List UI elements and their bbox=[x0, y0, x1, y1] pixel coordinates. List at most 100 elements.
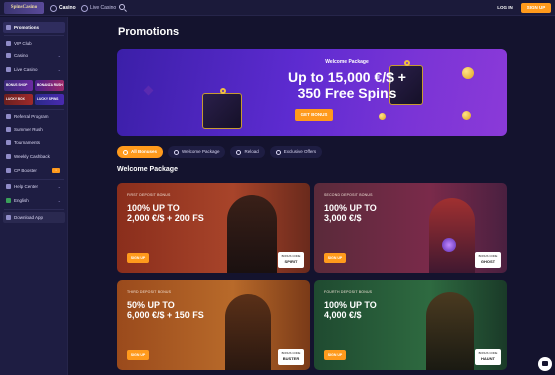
bonus-card-third-deposit[interactable]: THIRD DEPOSIT BONUS 50% UP TO 6,000 €/$ … bbox=[117, 280, 310, 370]
filter-reload[interactable]: Reload bbox=[230, 146, 265, 158]
promo-tile-lucky-spins[interactable]: LUCKY SPINS bbox=[35, 94, 64, 105]
sidebar-item-download-app[interactable]: Download App bbox=[3, 212, 65, 223]
promo-tile-lucky-box[interactable]: LUCKY BOX bbox=[4, 94, 33, 105]
card-headline: 50% UP TO 6,000 €/$ + 150 FS bbox=[127, 300, 237, 320]
nav-live-casino[interactable]: Live Casino bbox=[81, 3, 116, 13]
cashback-icon bbox=[6, 154, 11, 159]
sun-icon bbox=[6, 127, 11, 132]
bonus-code-badge[interactable]: BONUS CODE HAUNT bbox=[475, 349, 501, 365]
booster-icon bbox=[6, 168, 11, 173]
promo-tile-bonus-shop[interactable]: BONUS SHOP bbox=[4, 80, 33, 91]
chevron-down-icon: ⌄ bbox=[57, 53, 61, 58]
bonus-code-value: HAUNT bbox=[481, 356, 495, 361]
page-title: Promotions bbox=[118, 26, 180, 38]
filter-all-bonuses[interactable]: All Bonuses bbox=[117, 146, 164, 158]
divider bbox=[4, 35, 64, 36]
sidebar-item-cp-booster[interactable]: CP Booster ▪ bbox=[3, 165, 65, 176]
card-headline-line1: 100% UP TO bbox=[127, 203, 180, 213]
get-bonus-button[interactable]: GET BONUS bbox=[295, 109, 333, 121]
filter-welcome-package[interactable]: Welcome Package bbox=[168, 146, 226, 158]
new-badge: ▪ bbox=[52, 168, 60, 173]
card-headline-line2: 3,000 €/$ bbox=[324, 213, 362, 223]
casino-icon bbox=[50, 4, 57, 12]
bonus-code-title: BONUS CODE bbox=[478, 254, 498, 258]
sidebar-item-promotions[interactable]: Promotions bbox=[3, 22, 65, 33]
card-label: FOURTH DEPOSIT BONUS bbox=[324, 290, 373, 294]
card-headline: 100% UP TO 3,000 €/$ bbox=[324, 203, 434, 223]
top-bar: SpinsCasino Casino Live Casino LOG IN SI… bbox=[0, 0, 555, 16]
sidebar-item-language[interactable]: English ⌄ bbox=[3, 195, 65, 206]
sidebar: Promotions VIP Club Casino ⌄ Live Casino… bbox=[0, 17, 68, 375]
sidebar-item-summer-rush[interactable]: Summer Rush bbox=[3, 124, 65, 135]
card-label: FIRST DEPOSIT BONUS bbox=[127, 193, 171, 197]
sidebar-item-label: Weekly Cashback bbox=[14, 154, 50, 159]
bonus-card-fourth-deposit[interactable]: FOURTH DEPOSIT BONUS 100% UP TO 4,000 €/… bbox=[314, 280, 507, 370]
divider bbox=[4, 179, 64, 180]
live-casino-icon bbox=[6, 67, 11, 72]
help-icon bbox=[6, 184, 11, 189]
sidebar-item-label: Summer Rush bbox=[14, 127, 43, 132]
chevron-down-icon: ⌄ bbox=[57, 184, 61, 189]
search-icon[interactable] bbox=[118, 3, 128, 13]
hero-headline-line1: Up to 15,000 €/$ + bbox=[288, 69, 406, 85]
bonus-code-badge[interactable]: BONUS CODE SPIRIT bbox=[278, 252, 304, 268]
bonus-card-first-deposit[interactable]: FIRST DEPOSIT BONUS 100% UP TO 2,000 €/$… bbox=[117, 183, 310, 273]
card-headline-line2: 2,000 €/$ + 200 FS bbox=[127, 213, 204, 223]
bonus-code-badge[interactable]: BONUS CODE BUSTER bbox=[278, 349, 304, 365]
sign-up-button[interactable]: SIGN UP bbox=[127, 253, 149, 263]
gift-icon bbox=[123, 149, 128, 155]
sidebar-item-casino[interactable]: Casino ⌄ bbox=[3, 50, 65, 61]
promotions-icon bbox=[6, 25, 11, 30]
nav-live-casino-label: Live Casino bbox=[90, 5, 117, 11]
card-headline: 100% UP TO 4,000 €/$ bbox=[324, 300, 434, 320]
signup-button[interactable]: SIGN UP bbox=[521, 3, 551, 13]
flag-icon bbox=[6, 198, 11, 203]
chat-icon[interactable] bbox=[538, 357, 552, 371]
referral-icon bbox=[6, 114, 11, 119]
sidebar-item-label: CP Booster bbox=[14, 168, 37, 173]
card-headline-line1: 50% UP TO bbox=[127, 300, 175, 310]
card-headline-line1: 100% UP TO bbox=[324, 300, 377, 310]
filter-exclusive-offers[interactable]: Exclusive Offers bbox=[269, 146, 323, 158]
divider bbox=[4, 109, 64, 110]
sign-up-button[interactable]: SIGN UP bbox=[324, 253, 346, 263]
sidebar-item-vip-club[interactable]: VIP Club bbox=[3, 38, 65, 49]
sidebar-item-help-center[interactable]: Help Center ⌄ bbox=[3, 181, 65, 192]
trophy-icon bbox=[6, 140, 11, 145]
welcome-icon bbox=[174, 149, 180, 155]
card-headline: 100% UP TO 2,000 €/$ + 200 FS bbox=[127, 203, 237, 223]
chevron-down-icon: ⌄ bbox=[57, 198, 61, 203]
vip-icon bbox=[6, 41, 11, 46]
bonus-code-value: GHOST bbox=[480, 259, 496, 264]
card-headline-line2: 6,000 €/$ + 150 FS bbox=[127, 310, 204, 320]
bonus-code-title: BONUS CODE bbox=[281, 351, 301, 355]
sidebar-item-weekly-cashback[interactable]: Weekly Cashback bbox=[3, 151, 65, 162]
filter-label: Reload bbox=[244, 149, 259, 154]
coin-decoration bbox=[462, 111, 471, 120]
casino-logo[interactable]: SpinsCasino bbox=[4, 2, 44, 14]
sidebar-item-label: Referral Program bbox=[14, 114, 49, 119]
sidebar-item-referral[interactable]: Referral Program bbox=[3, 111, 65, 122]
login-button[interactable]: LOG IN bbox=[492, 3, 518, 13]
sign-up-button[interactable]: SIGN UP bbox=[127, 350, 149, 360]
filter-bar: All Bonuses Welcome Package Reload Exclu… bbox=[117, 146, 323, 158]
filter-label: Exclusive Offers bbox=[283, 149, 317, 154]
card-label: SECOND DEPOSIT BONUS bbox=[324, 193, 373, 197]
reload-icon bbox=[236, 149, 242, 155]
promo-tile-bonanza-rush[interactable]: BONANZA RUSH bbox=[35, 80, 64, 91]
sign-up-button[interactable]: SIGN UP bbox=[324, 350, 346, 360]
bonus-card-second-deposit[interactable]: SECOND DEPOSIT BONUS 100% UP TO 3,000 €/… bbox=[314, 183, 507, 273]
sidebar-item-label: Download App bbox=[14, 215, 44, 220]
sidebar-item-label: Promotions bbox=[14, 25, 40, 30]
sidebar-item-label: Tournaments bbox=[14, 140, 41, 145]
sidebar-item-tournaments[interactable]: Tournaments bbox=[3, 137, 65, 148]
nav-casino[interactable]: Casino bbox=[50, 3, 76, 13]
bonus-code-badge[interactable]: BONUS CODE GHOST bbox=[475, 252, 501, 268]
sidebar-item-live-casino[interactable]: Live Casino ⌄ bbox=[3, 64, 65, 75]
download-icon bbox=[6, 215, 11, 220]
hero-headline-line2: 350 Free Spins bbox=[297, 85, 397, 101]
sidebar-item-label: Help Center bbox=[14, 184, 39, 189]
sidebar-item-label: English bbox=[14, 198, 29, 203]
diamond-icon bbox=[275, 149, 281, 155]
hero-subtitle: Welcome Package bbox=[325, 59, 369, 65]
